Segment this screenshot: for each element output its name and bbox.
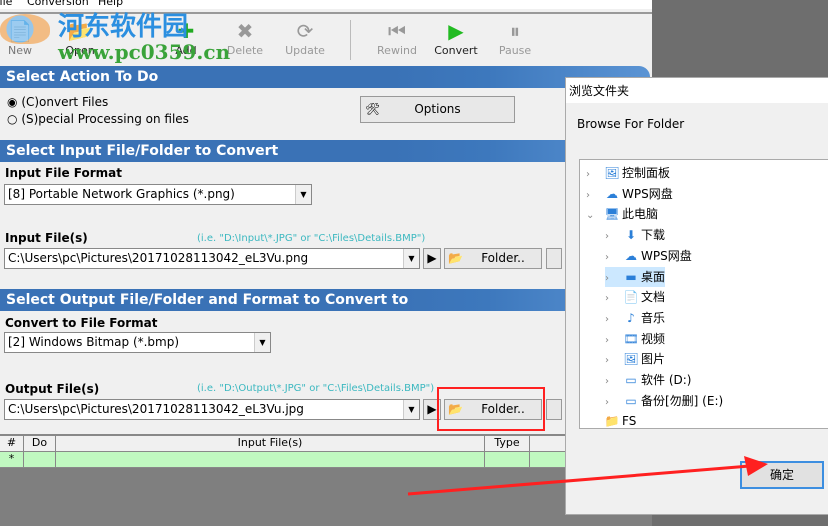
annotation-arrow — [407, 456, 768, 496]
arrow-line — [407, 464, 751, 496]
arrow-head — [744, 456, 768, 476]
